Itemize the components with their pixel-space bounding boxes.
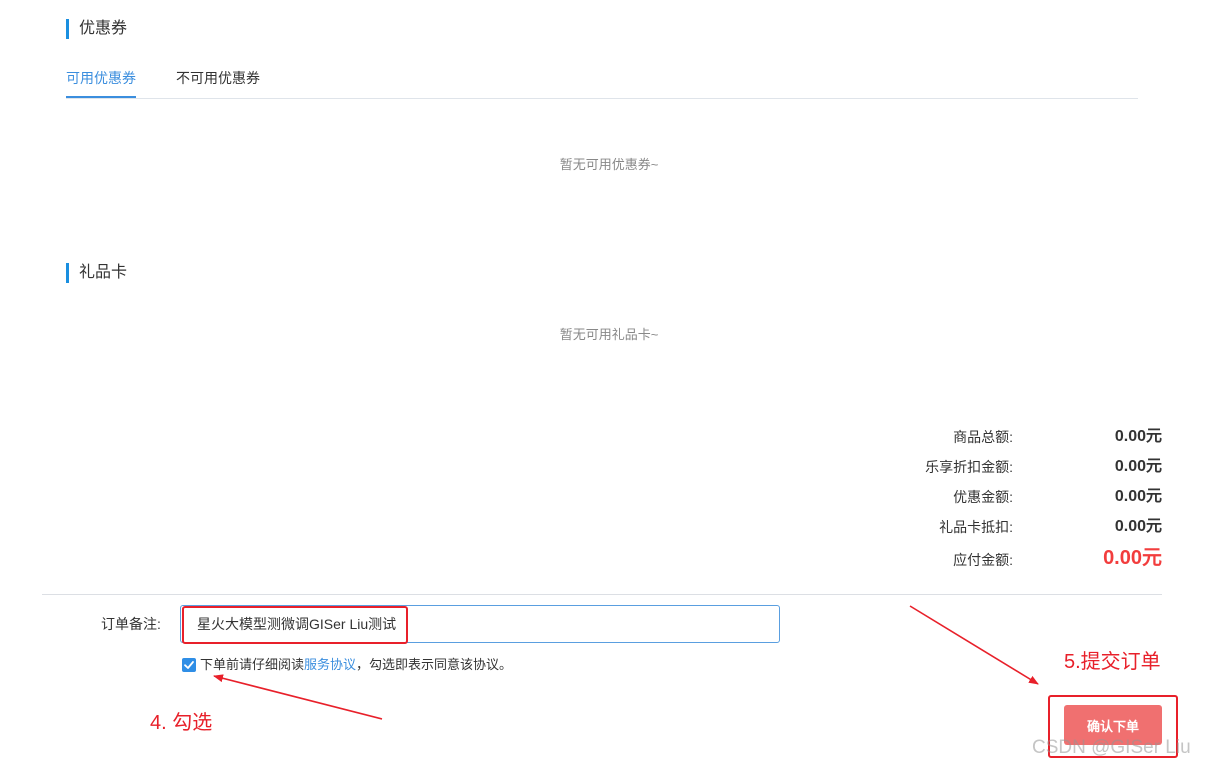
annotation-step5: 5.提交订单 xyxy=(1064,651,1161,673)
watermark: CSDN @GISer Liu xyxy=(1032,737,1191,758)
annotation-arrow-step5 xyxy=(909,605,1039,685)
annotation-arrow-step4 xyxy=(213,674,383,720)
annotation-step4: 4. 勾选 xyxy=(150,712,213,734)
annotation-arrows xyxy=(213,605,1039,720)
